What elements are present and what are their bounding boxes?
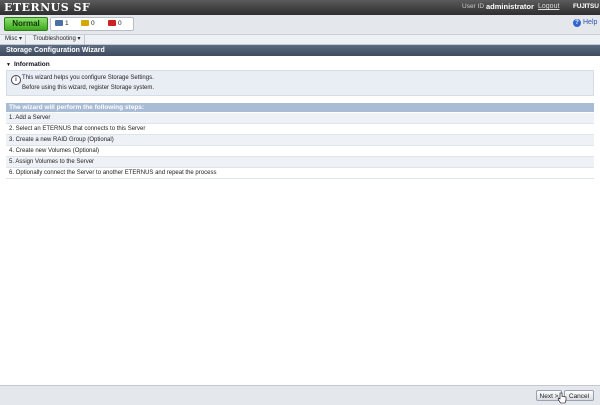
menu-misc-label: Misc <box>5 36 18 42</box>
information-text-2: Before using this wizard, register Stora… <box>22 85 155 91</box>
status-bar: Normal 1 0 0 ? Help <box>0 15 600 35</box>
list-item: 1. Add a Server <box>6 113 594 124</box>
information-text-1: This wizard helps you configure Storage … <box>22 75 154 81</box>
info-count-value: 1 <box>65 20 69 27</box>
wizard-footer: Next > Cancel <box>0 385 600 405</box>
info-count[interactable]: 1 <box>55 18 69 30</box>
list-item: 4. Create new Volumes (Optional) <box>6 146 594 157</box>
information-box: i This wizard helps you configure Storag… <box>6 70 594 96</box>
list-item: 5. Assign Volumes to the Server <box>6 157 594 168</box>
menu-bar: Misc ▾ Troubleshooting ▾ <box>0 35 600 45</box>
help-label: Help <box>583 19 598 26</box>
menu-troubleshooting-label: Troubleshooting <box>33 36 76 42</box>
list-item: 2. Select an ETERNUS that connects to th… <box>6 124 594 135</box>
product-logo: ETERNUS SF <box>4 1 91 14</box>
error-count[interactable]: 0 <box>108 18 122 30</box>
warning-count-value: 0 <box>91 20 95 27</box>
chevron-down-icon: ▾ <box>77 36 81 42</box>
help-icon: ? <box>573 19 581 27</box>
cancel-button[interactable]: Cancel <box>564 390 594 401</box>
steps-heading: The wizard will perform the following st… <box>6 103 594 112</box>
page-title: Storage Configuration Wizard <box>0 45 600 56</box>
list-item: 6. Optionally connect the Server to anot… <box>6 168 594 179</box>
collapse-triangle-icon: ▼ <box>6 62 11 68</box>
user-name: administrator <box>486 2 534 11</box>
hand-cursor-icon <box>557 392 567 404</box>
menu-misc[interactable]: Misc ▾ <box>2 35 27 44</box>
menu-troubleshooting[interactable]: Troubleshooting ▾ <box>30 35 85 44</box>
steps-list: 1. Add a Server 2. Select an ETERNUS tha… <box>6 113 594 179</box>
app-window: ETERNUS SF User ID administrator Logout … <box>0 0 600 405</box>
warning-count-icon <box>81 20 89 27</box>
fujitsu-logo: FUJITSU <box>573 3 599 10</box>
top-header: ETERNUS SF User ID administrator Logout … <box>0 0 600 15</box>
wizard-content: ▼ Information i This wizard helps you con… <box>0 56 600 385</box>
warning-count[interactable]: 0 <box>81 18 95 30</box>
system-status-button[interactable]: Normal <box>4 17 48 31</box>
error-count-icon <box>108 20 116 27</box>
info-icon: i <box>11 75 21 85</box>
event-counts: 1 0 0 <box>50 17 134 31</box>
help-link[interactable]: ? Help <box>573 19 597 27</box>
logout-link[interactable]: Logout <box>538 3 559 10</box>
information-heading: Information <box>13 61 50 68</box>
user-id-label: User ID <box>462 3 485 10</box>
information-toggle[interactable]: ▼ Information <box>6 61 50 68</box>
error-count-value: 0 <box>118 20 122 27</box>
chevron-down-icon: ▾ <box>19 36 23 42</box>
info-count-icon <box>55 20 63 27</box>
list-item: 3. Create a new RAID Group (Optional) <box>6 135 594 146</box>
